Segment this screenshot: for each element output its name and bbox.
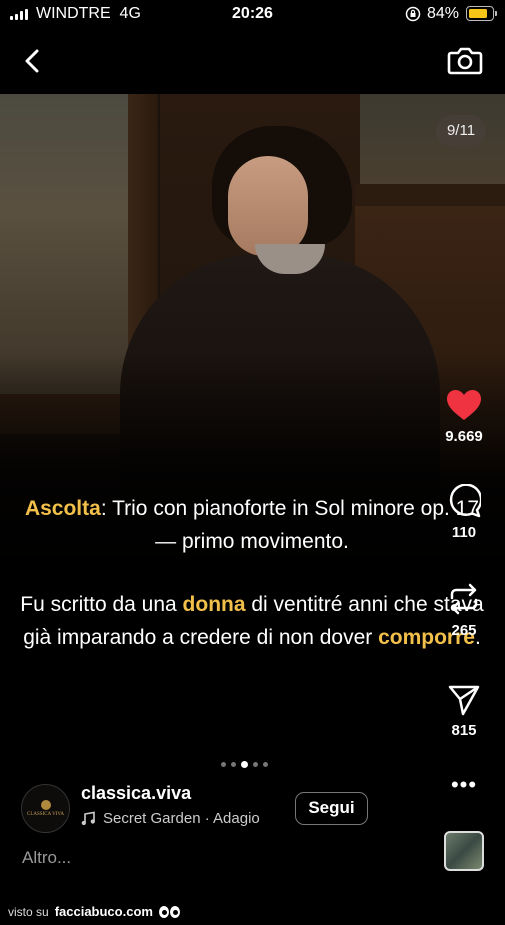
share-count: 815: [451, 722, 477, 739]
battery-percent: 84%: [427, 5, 460, 22]
caption-paragraph-2: Fu scritto da una donna di ventitré anni…: [20, 593, 484, 649]
like-button[interactable]: 9.669: [436, 388, 492, 445]
train-window-left: [0, 94, 135, 394]
audio-thumbnail[interactable]: [444, 831, 484, 871]
orientation-lock-icon: [405, 6, 421, 22]
camera-button[interactable]: [446, 42, 484, 78]
watermark-site: facciabuco.com: [54, 904, 153, 919]
carousel-dot: [221, 761, 226, 767]
back-button[interactable]: [18, 46, 46, 76]
repost-count: 265: [451, 622, 477, 639]
caption-highlight-donna: donna: [182, 593, 246, 616]
carousel-dot-active: [241, 760, 248, 768]
follow-button[interactable]: Segui: [295, 792, 368, 825]
post-image[interactable]: [0, 94, 505, 754]
comment-button[interactable]: 110: [436, 484, 492, 541]
logo-mark: [40, 799, 51, 810]
like-count: 9.669: [445, 428, 483, 445]
author-avatar[interactable]: CLASSICA VIVA: [21, 784, 70, 833]
more-options-button[interactable]: •••: [450, 774, 478, 800]
caption-paragraph-1: Ascolta: Trio con pianoforte in Sol mino…: [24, 497, 480, 553]
battery-icon: [466, 6, 497, 21]
author-username[interactable]: classica.viva: [81, 783, 191, 804]
music-info[interactable]: Secret Garden · Adagio: [81, 810, 260, 827]
repost-icon: [450, 583, 478, 615]
caption-highlight-ascolta: Ascolta: [24, 497, 101, 520]
watermark-prefix: visto su: [8, 904, 49, 919]
carousel-dot: [253, 761, 258, 767]
avatar-logo-text: CLASSICA VIVA: [27, 811, 64, 817]
comment-count: 110: [451, 524, 477, 541]
more-link[interactable]: Altro...: [22, 848, 71, 868]
eyes-logo-icon: [158, 905, 180, 918]
repost-button[interactable]: 265: [436, 582, 492, 639]
music-note-icon: [81, 811, 95, 826]
image-counter: 9/11: [436, 115, 486, 147]
heart-icon: [447, 390, 481, 420]
comment-icon: [449, 484, 481, 518]
watermark: visto su facciabuco.com: [8, 904, 180, 919]
carousel-dot: [263, 761, 268, 767]
carousel-dot: [231, 761, 236, 767]
send-icon: [448, 685, 480, 716]
carousel-dots: [221, 759, 268, 769]
music-title: Secret Garden · Adagio: [103, 810, 260, 827]
share-button[interactable]: 815: [436, 684, 492, 739]
status-bar: WINDTRE 4G 20:26 84%: [0, 0, 505, 30]
post-caption: Ascolta: Trio con pianoforte in Sol mino…: [16, 492, 488, 654]
